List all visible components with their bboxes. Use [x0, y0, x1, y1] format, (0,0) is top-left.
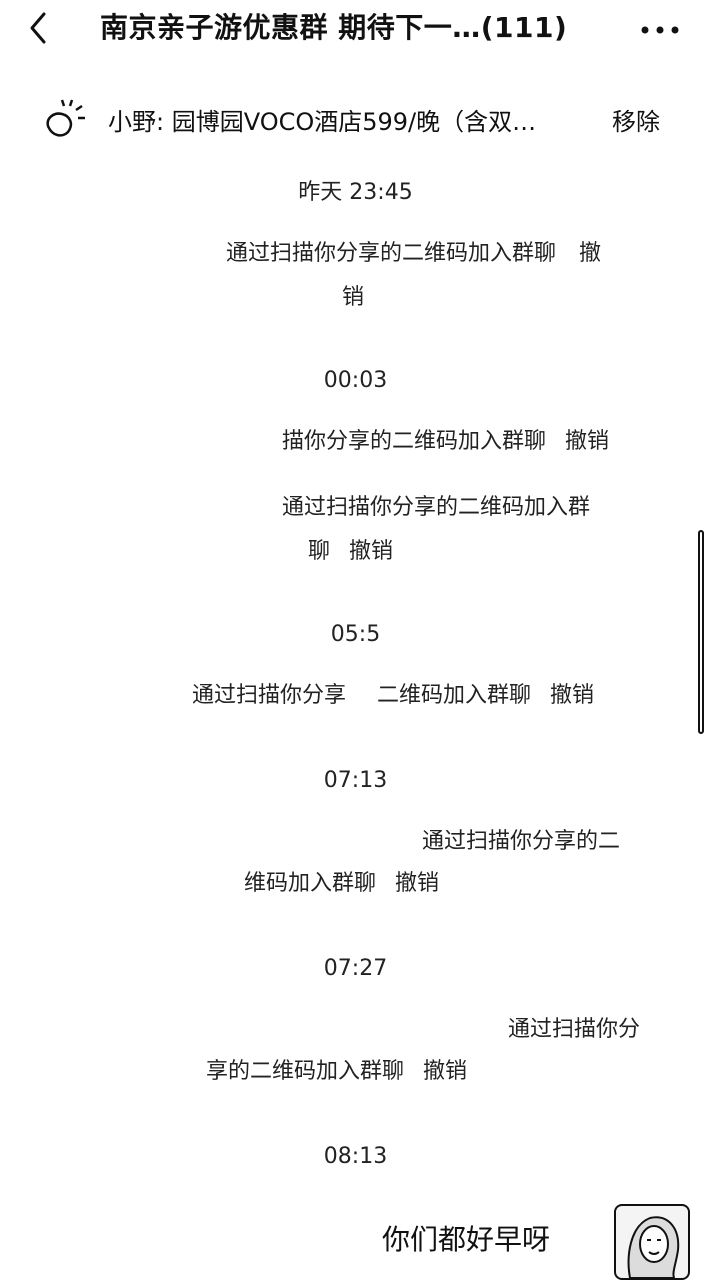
system-message-text: 二维码加入群聊: [377, 683, 532, 708]
back-button[interactable]: [22, 8, 62, 48]
timestamp: 昨天 23:45: [298, 180, 413, 205]
revoke-link[interactable]: 撤销: [349, 539, 393, 564]
chat-bubble-text: 你们都好早呀: [382, 1223, 551, 1256]
system-message-line: 描你分享的二维码加入群聊 撤销: [282, 420, 609, 464]
system-message-line: 销: [342, 285, 365, 310]
pin-avatar-icon: [40, 98, 88, 144]
system-message-text: 描你分享的二维码加入群聊: [282, 429, 547, 454]
nav-bar: 南京亲子游优惠群 期待下一…(111): [0, 0, 711, 60]
timestamp: 07:27: [323, 956, 388, 981]
pinned-remove-button[interactable]: 移除: [612, 102, 660, 142]
chat-bubble[interactable]: 你们都好早呀: [362, 1196, 598, 1280]
user-avatar-icon[interactable]: [614, 1204, 690, 1280]
system-message-text: 聊: [308, 539, 331, 564]
revoke-link[interactable]: 撤销: [423, 1059, 467, 1084]
system-message-line: 通过扫描你分享的二维码加入群: [282, 495, 591, 520]
system-message-text: 维码加入群聊: [244, 871, 377, 896]
system-message-line: 通过扫描你分享 二维码加入群聊 撤销: [192, 674, 594, 718]
system-message-text: 通过扫描你分享的二维码加入群聊: [226, 241, 557, 266]
chat-title: 南京亲子游优惠群 期待下一…(111): [100, 11, 568, 44]
system-message-text: 享的二维码加入群聊: [206, 1059, 405, 1084]
revoke-link[interactable]: 撤销: [565, 429, 609, 454]
system-message-line: 享的二维码加入群聊 撤销: [206, 1050, 467, 1094]
system-message-line: 通过扫描你分享的二: [422, 829, 621, 854]
revoke-link[interactable]: 撤: [579, 241, 601, 266]
system-message-text: 通过扫描你分享: [192, 683, 347, 708]
bubble-tail: [598, 1236, 608, 1252]
revoke-link[interactable]: 撤销: [550, 683, 594, 708]
timestamp: 05:5: [330, 622, 381, 647]
timestamp: 08:13: [323, 1144, 388, 1169]
chevron-left-icon: [30, 12, 46, 44]
system-message-line: 维码加入群聊 撤销: [244, 862, 439, 906]
scrollbar[interactable]: [698, 530, 704, 734]
more-dots-icon: [641, 26, 679, 34]
pinned-message-bar[interactable]: 小野: 园博园VOCO酒店599/晚（含双… 移除: [0, 92, 711, 152]
timestamp: 07:13: [323, 768, 388, 793]
pinned-message-text: 小野: 园博园VOCO酒店599/晚（含双…: [108, 108, 537, 136]
system-message-line: 聊 撤销: [308, 530, 393, 574]
system-message-line: 通过扫描你分享的二维码加入群聊 撤: [226, 232, 601, 276]
system-message-line: 通过扫描你分: [508, 1017, 641, 1042]
revoke-link[interactable]: 撤销: [395, 871, 439, 896]
timestamp: 00:03: [323, 368, 388, 393]
more-button[interactable]: [636, 8, 686, 48]
